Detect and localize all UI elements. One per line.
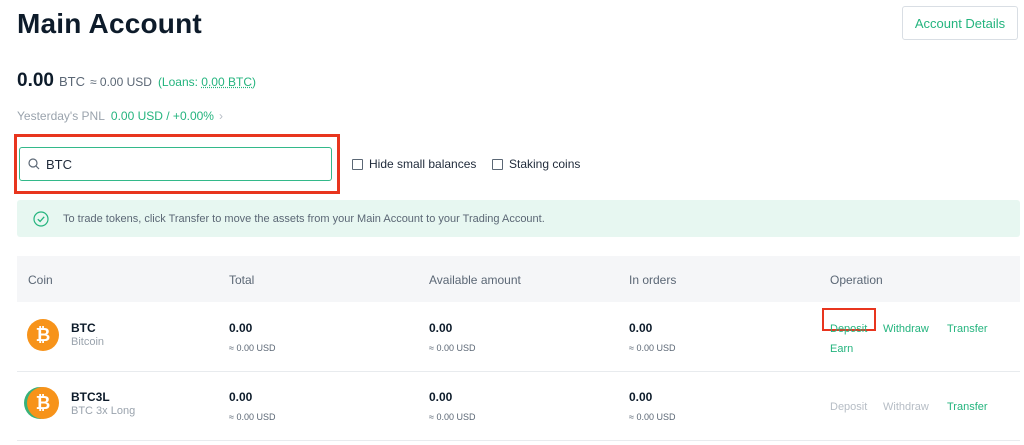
balance-summary: 0.00 BTC ≈ 0.00 USD (Loans: 0.00 BTC)	[17, 70, 256, 92]
hide-small-balances-label[interactable]: Hide small balances	[369, 157, 476, 171]
total-value: 0.00	[229, 390, 253, 404]
transfer-link[interactable]: Transfer	[947, 401, 988, 413]
check-circle-icon	[33, 210, 49, 227]
header-operation: Operation	[830, 273, 883, 287]
search-input[interactable]	[46, 156, 306, 172]
withdraw-link: Withdraw	[883, 401, 929, 413]
table-header: Coin Total Available amount In orders Op…	[17, 256, 1020, 302]
page-title: Main Account	[17, 8, 202, 39]
pnl-label: Yesterday's PNL	[17, 109, 105, 123]
header-in-orders: In orders	[629, 273, 677, 287]
balance-amount: 0.00	[17, 70, 54, 91]
loans-suffix: )	[252, 75, 256, 89]
loans-value[interactable]: 0.00 BTC	[201, 75, 252, 89]
search-icon	[28, 158, 40, 170]
coin-symbol: BTC	[71, 321, 96, 335]
pnl-value[interactable]: 0.00 USD / +0.00%	[111, 109, 214, 123]
coin-symbol: BTC3L	[71, 390, 110, 404]
deposit-link[interactable]: Deposit	[830, 323, 867, 335]
available-usd: ≈ 0.00 USD	[429, 343, 476, 353]
transfer-link[interactable]: Transfer	[947, 323, 988, 335]
in-orders-usd: ≈ 0.00 USD	[629, 412, 676, 422]
search-field[interactable]	[19, 147, 332, 181]
in-orders-value: 0.00	[629, 390, 653, 404]
in-orders-value: 0.00	[629, 321, 653, 335]
pnl-row[interactable]: Yesterday's PNL 0.00 USD / +0.00% ›	[17, 109, 223, 123]
available-usd: ≈ 0.00 USD	[429, 412, 476, 422]
transfer-notice: To trade tokens, click Transfer to move …	[17, 200, 1020, 237]
table-row: ₿ BTC Bitcoin 0.00 ≈ 0.00 USD 0.00 ≈ 0.0…	[17, 303, 1020, 372]
notice-text: To trade tokens, click Transfer to move …	[63, 212, 545, 225]
staking-coins-box[interactable]	[492, 158, 503, 170]
available-value: 0.00	[429, 390, 453, 404]
coin-name: BTC 3x Long	[71, 405, 136, 417]
earn-link[interactable]: Earn	[830, 343, 853, 355]
total-usd: ≈ 0.00 USD	[229, 412, 276, 422]
header-available: Available amount	[429, 273, 521, 287]
header-coin: Coin	[28, 273, 53, 287]
loans-prefix: (Loans:	[157, 75, 202, 89]
balance-usd: ≈ 0.00 USD	[89, 75, 152, 89]
bitcoin-icon: ₿	[27, 387, 59, 419]
total-usd: ≈ 0.00 USD	[229, 343, 276, 353]
in-orders-usd: ≈ 0.00 USD	[629, 343, 676, 353]
available-value: 0.00	[429, 321, 453, 335]
account-details-button[interactable]: Account Details	[902, 6, 1018, 40]
staking-coins-label[interactable]: Staking coins	[509, 157, 580, 171]
withdraw-link[interactable]: Withdraw	[883, 323, 929, 335]
hide-small-balances-checkbox[interactable]: Hide small balances	[352, 157, 476, 171]
header-total: Total	[229, 273, 255, 287]
hide-small-balances-box[interactable]	[352, 158, 363, 170]
coin-name: Bitcoin	[71, 336, 105, 348]
total-value: 0.00	[229, 321, 253, 335]
staking-coins-checkbox[interactable]: Staking coins	[492, 157, 580, 171]
bitcoin-icon: ₿	[27, 319, 59, 351]
deposit-link: Deposit	[830, 401, 868, 413]
chevron-right-icon: ›	[218, 109, 223, 123]
loans-info[interactable]: (Loans: 0.00 BTC)	[158, 75, 256, 89]
table-row: ₿ BTC3L BTC 3x Long 0.00 ≈ 0.00 USD 0.00…	[17, 372, 1020, 441]
balance-unit: BTC	[58, 74, 85, 89]
